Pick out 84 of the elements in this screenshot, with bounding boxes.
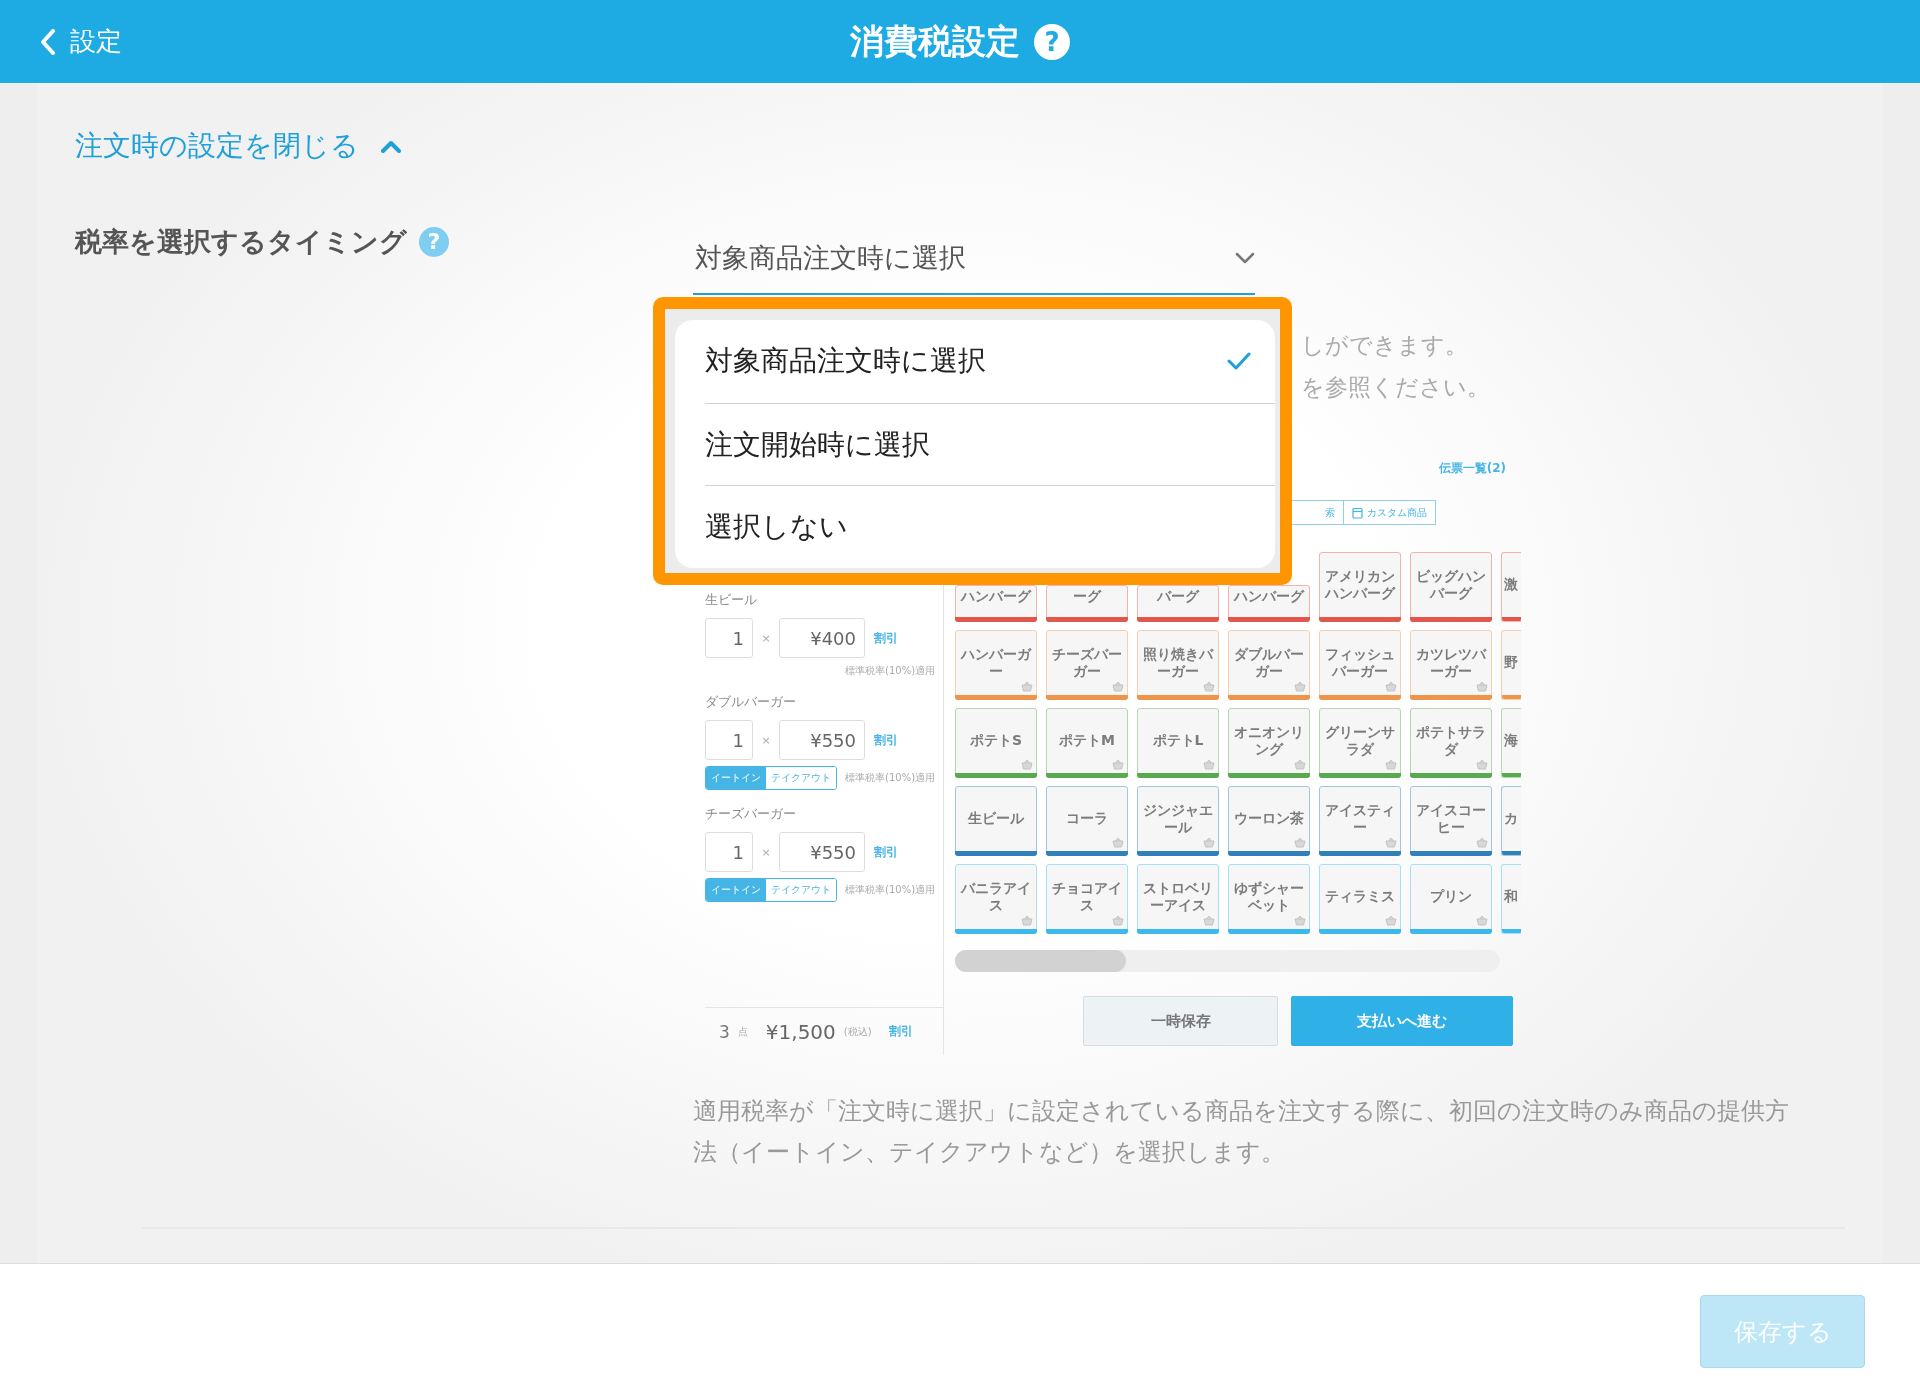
product-tile[interactable]: ーグ: [1046, 585, 1129, 622]
dropdown-option[interactable]: 注文開始時に選択: [705, 402, 1275, 486]
product-tile[interactable]: カツレツバーガー: [1410, 630, 1493, 700]
product-tile[interactable]: ティラミス: [1319, 864, 1402, 934]
product-tile[interactable]: ポテトL: [1137, 708, 1220, 778]
product-tile[interactable]: ポテトM: [1046, 708, 1129, 778]
caret-up-icon: [381, 139, 401, 153]
product-tile[interactable]: 野: [1501, 630, 1522, 700]
tax-rate-note: 標準税率(10%)適用: [845, 771, 936, 785]
product-tile[interactable]: グリーンサラダ: [1319, 708, 1402, 778]
product-tile[interactable]: ダブルバーガー: [1228, 630, 1311, 700]
setting-label: 税率を選択するタイミング: [75, 225, 407, 259]
dropdown-option[interactable]: 対象商品注文時に選択: [705, 320, 1275, 403]
product-tile[interactable]: ゆずシャーベット: [1228, 864, 1311, 934]
product-tile[interactable]: ビッグハンバーグ: [1410, 552, 1493, 622]
product-tile[interactable]: オニオンリング: [1228, 708, 1311, 778]
product-tile[interactable]: 激: [1501, 552, 1522, 622]
product-tile[interactable]: カ: [1501, 786, 1522, 856]
total-amount: ¥1,500: [765, 1019, 836, 1044]
product-tile[interactable]: ジンジャエール: [1137, 786, 1220, 856]
tax-rate-note: 標準税率(10%)適用: [845, 664, 936, 678]
collapse-link[interactable]: 注文時の設定を閉じる: [75, 128, 401, 164]
item-name: ダブルバーガー: [705, 693, 797, 711]
chevron-left-icon: [40, 28, 56, 55]
help-icon[interactable]: ?: [1034, 23, 1070, 60]
tax-rate-note: 標準税率(10%)適用: [845, 883, 936, 897]
product-tile[interactable]: ストロベリーアイス: [1137, 864, 1220, 934]
multiply-sign: ×: [760, 845, 772, 859]
calendar-icon: [1352, 506, 1364, 519]
description-text: 適用税率が「注文時に選択」に設定されている商品を注文する際に、初回の注文時のみ商品の提供方法（イートイン、テイクアウトなど）を選択します。: [693, 1096, 1790, 1168]
price-field[interactable]: ¥400: [779, 618, 865, 658]
product-tile[interactable]: チョコアイス: [1046, 864, 1129, 934]
tax-included-note: (税込): [843, 1024, 872, 1039]
quantity-field[interactable]: 1: [705, 618, 753, 658]
price-field[interactable]: ¥550: [779, 832, 865, 872]
price-field[interactable]: ¥550: [779, 720, 865, 760]
product-tile[interactable]: ハンバーグ: [955, 585, 1038, 622]
product-tile[interactable]: アイスティー: [1319, 786, 1402, 856]
dropdown-option[interactable]: 選択しない: [705, 485, 1275, 569]
item-name: 生ビール: [705, 591, 758, 609]
multiply-sign: ×: [760, 631, 772, 645]
product-tile[interactable]: バーグ: [1137, 585, 1220, 622]
product-tile[interactable]: ポテトサラダ: [1410, 708, 1493, 778]
product-tile[interactable]: 海: [1501, 708, 1522, 778]
product-tile[interactable]: アイスコーヒー: [1410, 786, 1493, 856]
page-title: 消費税設定: [850, 19, 1020, 63]
discount-link[interactable]: 割引: [874, 629, 898, 647]
back-link[interactable]: 設定: [40, 24, 122, 59]
product-tile[interactable]: 照り焼きバーガー: [1137, 630, 1220, 700]
chevron-down-icon: [1235, 251, 1255, 264]
item-name: チーズバーガー: [705, 805, 797, 823]
multiply-sign: ×: [760, 733, 772, 747]
product-tile[interactable]: コーラ: [1046, 786, 1129, 856]
segmented-toggle[interactable]: イートイン テイクアウト: [705, 878, 837, 902]
segmented-toggle[interactable]: イートイン テイクアウト: [705, 766, 837, 790]
toggle-segment[interactable]: イートイン: [706, 767, 766, 789]
slip-list-link[interactable]: 伝票一覧(2): [1438, 460, 1507, 477]
hold-button[interactable]: 一時保存: [1083, 996, 1279, 1046]
count-unit: 点: [737, 1024, 748, 1039]
toggle-segment[interactable]: イートイン: [706, 879, 766, 901]
discount-link[interactable]: 割引: [874, 731, 898, 749]
product-tile[interactable]: フィッシュバーガー: [1319, 630, 1402, 700]
discount-link[interactable]: 割引: [888, 1023, 913, 1040]
scrollbar[interactable]: [955, 950, 1501, 972]
discount-link[interactable]: 割引: [874, 843, 898, 861]
product-tile[interactable]: バニラアイス: [955, 864, 1038, 934]
checkmark-icon: [1227, 352, 1251, 371]
product-tile[interactable]: 和: [1501, 864, 1522, 934]
select-field[interactable]: 対象商品注文時に選択: [693, 222, 1255, 295]
product-tile[interactable]: ポテトS: [955, 708, 1038, 778]
hint-text: しができます。: [1301, 331, 1469, 360]
quantity-field[interactable]: 1: [705, 832, 753, 872]
product-tile[interactable]: ウーロン茶: [1228, 786, 1311, 856]
item-count: 3: [719, 1021, 730, 1042]
quantity-field[interactable]: 1: [705, 720, 753, 760]
proceed-button[interactable]: 支払いへ進む: [1291, 996, 1514, 1046]
product-tile[interactable]: アメリカンハンバーグ: [1319, 552, 1402, 622]
tab[interactable]: カスタム商品: [1343, 500, 1437, 525]
product-tile[interactable]: チーズバーガー: [1046, 630, 1129, 700]
product-tile[interactable]: プリン: [1410, 864, 1493, 934]
hint-text: を参照ください。: [1301, 373, 1491, 402]
product-tile[interactable]: 生ビール: [955, 786, 1038, 856]
product-tile[interactable]: ハンバーグ: [1228, 585, 1311, 622]
product-tile[interactable]: ハンバーガー: [955, 630, 1038, 700]
